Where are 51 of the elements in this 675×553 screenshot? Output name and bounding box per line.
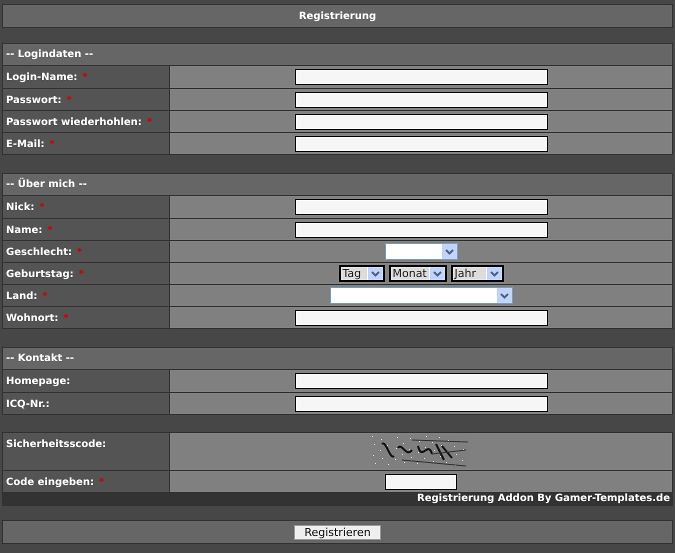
input-field[interactable] [294,310,548,326]
input-field[interactable] [294,92,548,108]
required-mark: * [78,268,84,282]
dropdown[interactable] [384,243,458,260]
dropdown[interactable] [330,287,512,304]
field-label: Geschlecht: [6,246,72,260]
chevron-down-icon [444,248,454,254]
field-label: Code eingeben: [6,476,94,490]
dropdown[interactable]: Tag [338,265,384,282]
required-mark: * [63,312,69,326]
required-mark: * [50,138,55,152]
chevron-down-icon [500,292,508,298]
field-label: Nick: [6,201,34,215]
dropdown[interactable]: Monat [388,265,446,282]
field-label: Login-Name: [6,71,78,85]
input-field[interactable] [294,114,548,130]
input-field[interactable] [294,373,548,389]
credit-text: Registrierung Addon By Gamer-Templates.de [417,492,670,506]
input-field[interactable] [294,199,548,215]
required-mark: * [47,224,53,238]
input-field[interactable] [294,136,548,152]
chevron-down-icon [432,270,442,276]
field-label: Geburtstag: [6,268,74,282]
required-mark: * [42,290,48,304]
field-label: Homepage: [6,375,70,389]
field-label: ICQ-Nr.: [6,398,50,412]
section-heading: -- Über mich -- [6,177,87,192]
input-field[interactable] [385,474,457,490]
required-mark: * [146,116,152,130]
field-label: Name: [6,224,42,238]
field-label: Passwort wiederhohlen: [6,116,142,130]
chevron-down-icon [490,270,498,276]
input-field[interactable] [294,69,548,85]
dropdown[interactable]: Jahr [450,265,504,282]
chevron-down-icon [370,270,380,276]
required-mark: * [98,476,104,490]
required-mark: * [66,94,72,108]
field-label: Land: [6,290,38,304]
section-heading: -- Logindaten -- [6,48,94,62]
field-label: Passwort: [6,94,62,108]
required-mark: * [39,201,45,215]
input-field[interactable] [294,222,548,238]
input-field[interactable] [294,396,548,412]
required-mark: * [77,246,82,260]
required-mark: * [82,71,88,85]
field-label: Wohnort: [6,312,58,326]
register-button[interactable]: Registrieren [294,524,381,540]
field-label: Sicherheitsscode: [6,438,106,452]
section-heading: -- Kontakt -- [6,352,74,366]
page-title: Registrierung [298,10,376,24]
field-label: E-Mail: [6,138,45,152]
